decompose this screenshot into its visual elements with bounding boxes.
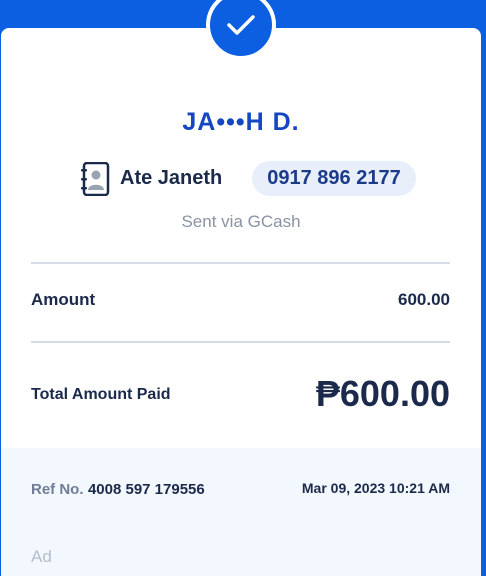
reference-number: Ref No. 4008 597 179556 xyxy=(31,481,205,499)
divider-top xyxy=(31,262,450,264)
amount-value: 600.00 xyxy=(398,290,450,309)
receipt-card: JA•••H D. Ate Janeth 0917 896 2177 Sent … xyxy=(1,28,481,576)
total-amount-value: ₱600.00 xyxy=(315,373,450,414)
transaction-datetime: Mar 09, 2023 10:21 AM xyxy=(301,480,450,496)
sent-via-text: Sent via GCash xyxy=(181,212,301,231)
divider-bottom xyxy=(31,341,450,343)
receipt-footer: Ref No. 4008 597 179556 Mar 09, 2023 10:… xyxy=(1,448,481,576)
ref-value: 4008 597 179556 xyxy=(87,481,205,498)
ad-label: Ad xyxy=(31,547,52,566)
total-label: Total Amount Paid xyxy=(31,386,171,403)
contact-row: Ate Janeth 0917 896 2177 xyxy=(80,161,416,196)
checkmark-icon xyxy=(227,15,255,35)
phone-number-pill: 0917 896 2177 xyxy=(252,161,416,196)
contact-book-icon xyxy=(81,161,110,196)
contact-name: Ate Janeth xyxy=(120,167,223,189)
ref-label: Ref No. xyxy=(31,481,84,498)
amount-label: Amount xyxy=(31,290,96,309)
recipient-name: JA•••H D. xyxy=(182,108,300,136)
